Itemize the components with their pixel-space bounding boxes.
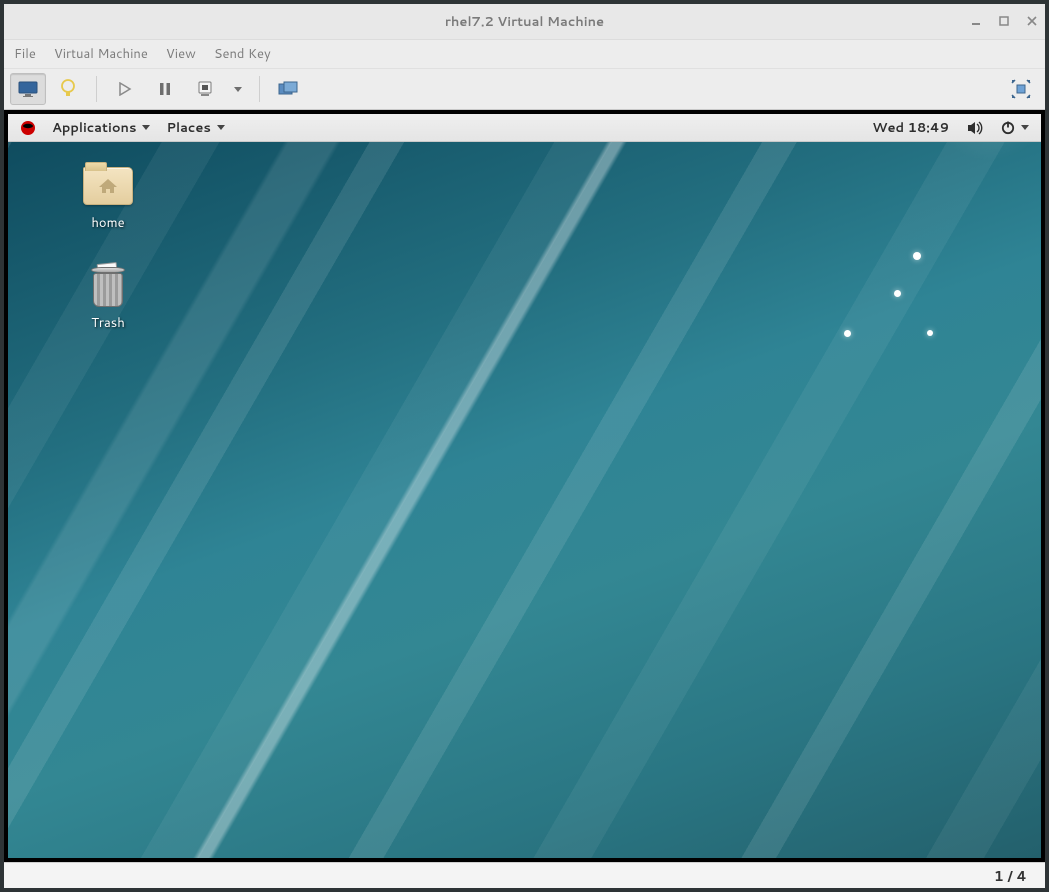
chevron-down-icon	[142, 125, 150, 130]
guest-desktop[interactable]: home Trash	[8, 142, 1041, 858]
monitor-icon	[18, 81, 38, 97]
desktop-icon-label: home	[58, 214, 158, 232]
power-icon	[1001, 121, 1015, 135]
menu-send-key[interactable]: Send Key	[214, 45, 271, 63]
shutdown-vm-button[interactable]	[187, 73, 223, 105]
guest-screen[interactable]: Applications Places Wed 18:49	[4, 110, 1045, 862]
fullscreen-icon	[1011, 79, 1031, 99]
details-view-button[interactable]	[50, 73, 86, 105]
desktop-icon-trash[interactable]: Trash	[58, 264, 158, 332]
shutdown-device-icon	[196, 81, 214, 97]
chevron-down-icon	[234, 87, 242, 92]
power-menu[interactable]	[995, 121, 1035, 135]
window-close-button[interactable]	[1027, 14, 1037, 30]
applications-label: Applications	[52, 119, 136, 137]
window-titlebar: rhel7.2 Virtual Machine	[4, 4, 1045, 40]
chevron-down-icon	[1021, 125, 1029, 130]
window-title: rhel7.2 Virtual Machine	[445, 13, 604, 31]
menu-virtual-machine[interactable]: Virtual Machine	[54, 45, 148, 63]
run-vm-button[interactable]	[107, 73, 143, 105]
places-label: Places	[166, 119, 210, 137]
speaker-icon	[967, 121, 983, 135]
chevron-down-icon	[217, 125, 225, 130]
app-menubar: File Virtual Machine View Send Key	[4, 40, 1045, 68]
redhat-icon	[20, 120, 36, 136]
lightbulb-icon	[60, 79, 76, 99]
applications-menu[interactable]: Applications	[46, 114, 156, 141]
guest-top-panel: Applications Places Wed 18:49	[8, 114, 1041, 142]
trash-icon	[91, 265, 125, 307]
status-bar: 1 / 4	[4, 862, 1045, 888]
toolbar-separator	[259, 76, 260, 102]
window-maximize-button[interactable]	[999, 14, 1009, 30]
snapshots-button[interactable]	[270, 73, 306, 105]
desktop-icon-label: Trash	[58, 314, 158, 332]
console-view-button[interactable]	[10, 73, 46, 105]
snapshots-icon	[278, 81, 298, 97]
app-toolbar	[4, 68, 1045, 110]
vm-display-frame: Applications Places Wed 18:49	[4, 110, 1045, 888]
window-minimize-button[interactable]	[971, 14, 981, 30]
desktop-icon-home[interactable]: home	[58, 164, 158, 232]
places-menu[interactable]: Places	[160, 114, 230, 141]
shutdown-menu-button[interactable]	[227, 73, 249, 105]
fullscreen-button[interactable]	[1003, 73, 1039, 105]
pause-vm-button[interactable]	[147, 73, 183, 105]
volume-indicator[interactable]	[961, 121, 989, 135]
menu-file[interactable]: File	[14, 45, 36, 63]
redhat-menu-icon[interactable]	[14, 114, 42, 141]
page-counter: 1 / 4	[994, 866, 1027, 886]
home-icon	[97, 177, 119, 195]
clock[interactable]: Wed 18:49	[872, 119, 949, 137]
menu-view[interactable]: View	[166, 45, 196, 63]
pause-icon	[158, 82, 172, 96]
play-icon	[118, 82, 132, 96]
toolbar-separator	[96, 76, 97, 102]
folder-icon	[83, 167, 133, 205]
